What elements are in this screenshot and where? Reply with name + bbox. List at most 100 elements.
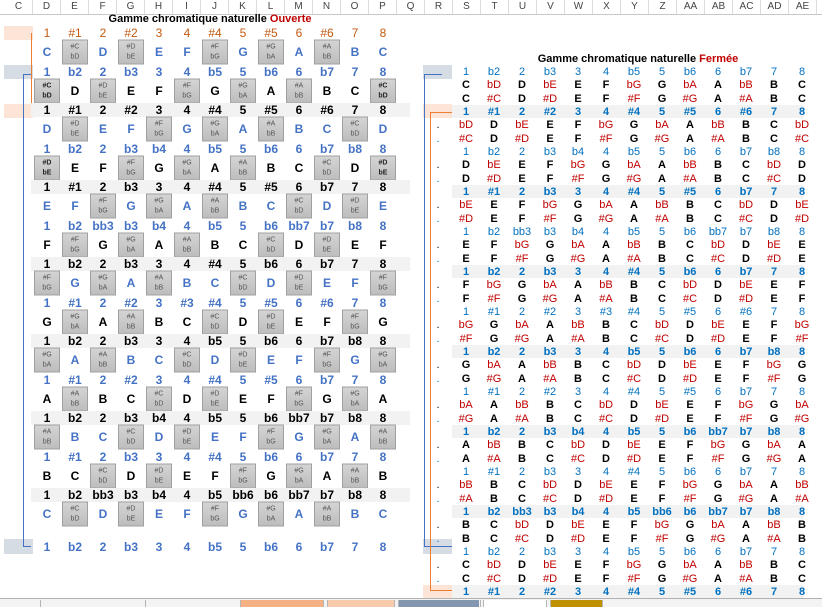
note-cell[interactable]: A (760, 493, 788, 505)
degree-cell[interactable]: #5 (257, 296, 285, 310)
note-cell[interactable]: #F (788, 333, 816, 345)
degree-cell[interactable]: 5 (229, 219, 257, 233)
note-cell[interactable]: bE (620, 439, 648, 451)
degree-cell[interactable]: 8 (369, 142, 397, 156)
note-cell[interactable]: D (369, 122, 397, 136)
degree-cell[interactable]: 2 (508, 106, 536, 118)
degree-cell[interactable]: b6 (676, 66, 704, 78)
degree-cell[interactable]: 4 (173, 488, 201, 502)
note-cell[interactable]: D (704, 293, 732, 305)
note-cell[interactable]: F (536, 173, 564, 185)
accidental-key[interactable]: #F bG (90, 193, 116, 219)
degree-cell[interactable]: 4 (173, 373, 201, 387)
degree-cell[interactable]: b2 (61, 65, 89, 79)
accidental-key[interactable]: #A bB (202, 193, 228, 219)
accidental-key[interactable]: #C bD (62, 501, 88, 527)
degree-cell[interactable]: b2 (61, 411, 89, 425)
degree-cell[interactable]: 8 (369, 219, 397, 233)
note-cell[interactable]: D (536, 519, 564, 531)
note-cell[interactable]: #A (676, 173, 704, 185)
note-cell[interactable]: E (89, 122, 117, 136)
degree-cell[interactable]: b4 (564, 146, 592, 158)
degree-cell[interactable]: 6 (285, 450, 313, 464)
note-cell[interactable]: F (788, 293, 816, 305)
note-cell[interactable]: E (145, 45, 173, 59)
note-cell[interactable]: A (676, 119, 704, 131)
degree-cell[interactable]: #5 (676, 386, 704, 398)
note-cell[interactable]: #A (648, 213, 676, 225)
degree-cell[interactable]: 6 (285, 103, 313, 117)
note-cell[interactable]: B (676, 199, 704, 211)
degree-cell[interactable]: 5 (648, 186, 676, 198)
note-cell[interactable]: bG (788, 319, 816, 331)
note-cell[interactable]: D (508, 573, 536, 585)
note-cell[interactable]: E (313, 276, 341, 290)
note-cell[interactable]: #F (648, 533, 676, 545)
note-cell[interactable]: E (117, 84, 145, 98)
degree-cell[interactable]: 2 (508, 146, 536, 158)
accidental-key[interactable]: #G bA (258, 501, 284, 527)
note-cell[interactable]: C (508, 479, 536, 491)
degree-cell[interactable]: b7 (313, 450, 341, 464)
degree-cell[interactable]: 8 (369, 65, 397, 79)
degree-cell[interactable]: 8 (788, 106, 816, 118)
degree-cell[interactable]: 8 (788, 186, 816, 198)
degree-cell[interactable]: #3 (173, 296, 201, 310)
degree-cell[interactable]: 1 (452, 106, 480, 118)
note-cell[interactable]: B (564, 359, 592, 371)
degree-cell[interactable]: 5 (648, 106, 676, 118)
degree-cell[interactable]: #1 (61, 450, 89, 464)
note-cell[interactable]: C (788, 79, 816, 91)
note-cell[interactable]: C (201, 276, 229, 290)
note-cell[interactable]: A (173, 199, 201, 213)
accidental-key[interactable]: #A bB (90, 347, 116, 373)
note-cell[interactable]: #D (788, 213, 816, 225)
degree-cell[interactable]: b7 (732, 426, 760, 438)
note-cell[interactable]: bD (704, 239, 732, 251)
note-cell[interactable]: B (341, 45, 369, 59)
degree-cell[interactable]: 2 (89, 296, 117, 310)
note-cell[interactable]: G (145, 161, 173, 175)
degree-cell[interactable]: b6 (676, 466, 704, 478)
degree-cell[interactable]: b2 (480, 506, 508, 518)
note-cell[interactable]: D (620, 399, 648, 411)
accidental-key[interactable]: #D bE (90, 78, 116, 104)
degree-cell[interactable]: 4 (173, 65, 201, 79)
note-cell[interactable]: E (704, 373, 732, 385)
note-cell[interactable]: B (229, 199, 257, 213)
degree-cell[interactable]: 5 (229, 142, 257, 156)
note-cell[interactable]: F (732, 359, 760, 371)
note-cell[interactable]: F (201, 469, 229, 483)
degree-cell[interactable]: 1 (452, 186, 480, 198)
degree-cell[interactable]: 8 (788, 386, 816, 398)
accidental-key[interactable]: #C bD (174, 347, 200, 373)
degree-cell[interactable]: 6 (285, 257, 313, 271)
column-header[interactable]: O (341, 0, 369, 14)
note-cell[interactable]: C (33, 507, 61, 521)
note-cell[interactable]: C (229, 238, 257, 252)
note-cell[interactable]: E (536, 133, 564, 145)
degree-cell[interactable]: b7 (732, 386, 760, 398)
note-cell[interactable]: F (760, 333, 788, 345)
accidental-key[interactable]: #A bB (62, 386, 88, 412)
degree-cell[interactable]: 2 (508, 266, 536, 278)
degree-cell[interactable]: 2 (508, 186, 536, 198)
degree-cell[interactable]: b2 (61, 142, 89, 156)
note-cell[interactable]: C (788, 559, 816, 571)
degree-cell[interactable]: #1 (480, 466, 508, 478)
degree-cell[interactable]: 4 (173, 540, 201, 554)
degree-cell[interactable]: 6 (704, 266, 732, 278)
note-cell[interactable]: G (788, 359, 816, 371)
column-header[interactable]: I (173, 0, 201, 14)
note-cell[interactable]: A (257, 84, 285, 98)
degree-cell[interactable]: 5 (229, 180, 257, 194)
note-cell[interactable]: F (285, 353, 313, 367)
degree-cell[interactable]: #4 (620, 306, 648, 318)
degree-cell[interactable]: b7 (732, 146, 760, 158)
degree-cell[interactable]: b3 (117, 65, 145, 79)
degree-cell[interactable]: 6 (704, 546, 732, 558)
note-cell[interactable]: G (648, 79, 676, 91)
note-cell[interactable]: bA (676, 79, 704, 91)
degree-cell[interactable]: b3 (536, 466, 564, 478)
note-cell[interactable]: bE (732, 279, 760, 291)
